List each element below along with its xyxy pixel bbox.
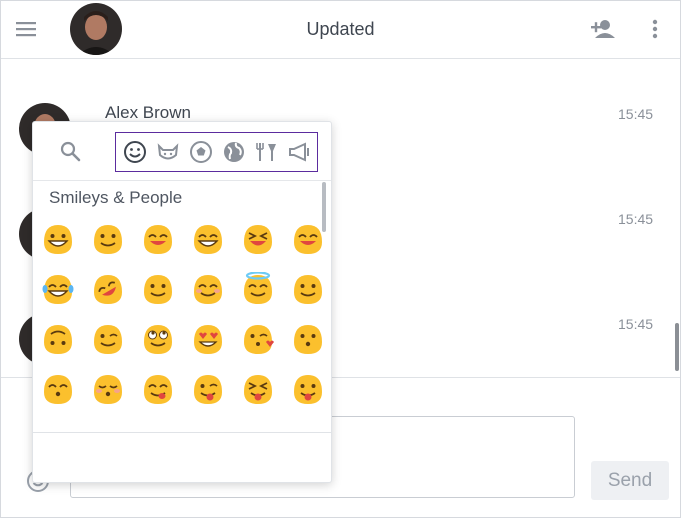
- emoji-kiss-closed[interactable]: [91, 372, 125, 406]
- emoji-kiss-heart[interactable]: [241, 322, 275, 356]
- emoji-yum[interactable]: [141, 372, 175, 406]
- emoji-partial[interactable]: [191, 422, 225, 432]
- add-user-icon[interactable]: [589, 16, 617, 42]
- animals-category-icon[interactable]: [155, 139, 181, 165]
- more-vertical-icon[interactable]: [647, 16, 663, 42]
- emoji-grin-eyes[interactable]: [191, 222, 225, 256]
- message-time: 15:45: [618, 106, 654, 122]
- emoji-partial[interactable]: [141, 422, 175, 432]
- activity-category-icon[interactable]: [188, 139, 214, 165]
- chat-title: Updated: [306, 19, 375, 39]
- emoji-laugh[interactable]: [241, 222, 275, 256]
- search-icon[interactable]: [58, 139, 82, 163]
- travel-category-icon[interactable]: [221, 139, 247, 165]
- chat-window: Updated Alex Brown 15:45 15:45 15:45 Sen…: [0, 0, 681, 518]
- message-time: 15:45: [618, 316, 654, 332]
- emoji-smile-eyes[interactable]: [141, 222, 175, 256]
- emoji-grin[interactable]: [41, 222, 75, 256]
- message-scrollbar[interactable]: [675, 323, 679, 371]
- emoji-category-bar: [115, 132, 318, 172]
- emoji-grid: Smileys & People: [33, 180, 331, 432]
- emoji-halo[interactable]: [241, 271, 275, 306]
- emoji-picker-header: [33, 122, 331, 181]
- emoji-partial-blue[interactable]: [241, 422, 275, 432]
- emoji-partial[interactable]: [91, 422, 125, 432]
- emoji-smile-eyes[interactable]: [291, 222, 325, 256]
- message-time: 15:45: [618, 211, 654, 227]
- emoji-wink[interactable]: [91, 322, 125, 356]
- emoji-picker: Smileys & People: [32, 121, 332, 483]
- food-category-icon[interactable]: [254, 139, 280, 165]
- emoji-kiss[interactable]: [291, 322, 325, 356]
- emoji-scrollbar[interactable]: [322, 182, 326, 232]
- message-author: Alex Brown: [105, 103, 191, 122]
- emoji-partial[interactable]: [41, 422, 75, 432]
- emoji-blush[interactable]: [191, 272, 225, 306]
- emoji-tears[interactable]: [41, 272, 75, 306]
- emoji-hearts[interactable]: [191, 322, 225, 356]
- emoji-preview-area: [33, 432, 331, 483]
- objects-category-icon[interactable]: [287, 139, 313, 165]
- emoji-smile[interactable]: [91, 222, 125, 256]
- emoji-partial-brown[interactable]: [291, 422, 325, 432]
- emoji-rofl[interactable]: [91, 272, 125, 306]
- smileys-category-icon[interactable]: [122, 139, 148, 165]
- emoji-tongue-wink[interactable]: [191, 372, 225, 406]
- emoji-tongue[interactable]: [291, 372, 325, 406]
- emoji-slight[interactable]: [141, 272, 175, 306]
- emoji-kiss-smile[interactable]: [41, 372, 75, 406]
- emoji-upside[interactable]: [41, 322, 75, 356]
- emoji-roll[interactable]: [141, 322, 175, 356]
- emoji-tongue-closed[interactable]: [241, 372, 275, 406]
- chat-header: Updated: [1, 1, 680, 59]
- emoji-section-title: Smileys & People: [49, 188, 183, 207]
- send-button[interactable]: Send: [591, 461, 669, 500]
- emoji-slight[interactable]: [291, 272, 325, 306]
